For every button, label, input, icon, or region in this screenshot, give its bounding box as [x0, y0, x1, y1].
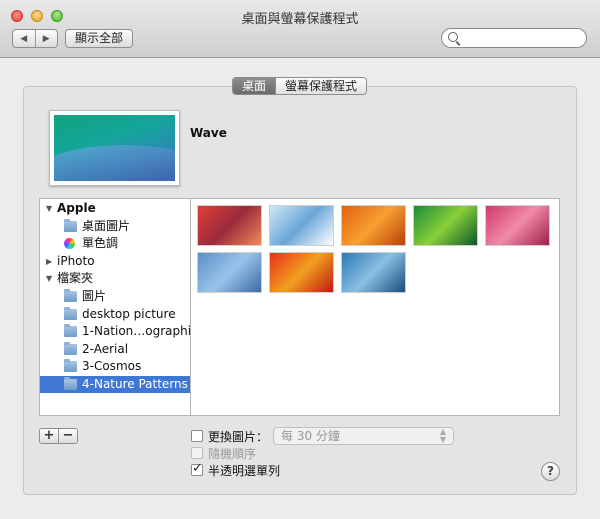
interval-popup[interactable]: 每 30 分鐘 ▲ ▼ [273, 427, 454, 445]
color-wheel-icon [64, 238, 75, 250]
show-all-button[interactable]: 顯示全部 [65, 29, 133, 48]
thumbnail-red-autumn-forest[interactable] [197, 205, 262, 246]
source-item[interactable]: desktop picture [40, 306, 190, 323]
popup-arrows-icon: ▲ ▼ [439, 427, 446, 444]
source-item-label: 檔案夾 [57, 271, 94, 286]
window-title: 桌面與螢幕保護程式 [241, 12, 359, 27]
random-order-label: 隨機順序 [208, 447, 257, 461]
search-input[interactable] [462, 30, 584, 48]
pictures-folder-icon [64, 289, 77, 302]
source-item-label: 4-Nature Patterns [82, 377, 188, 391]
tab-desktop[interactable]: 桌面 [233, 78, 276, 94]
source-item[interactable]: 3-Cosmos [40, 358, 190, 375]
source-list[interactable]: ▼ Apple 桌面圖片單色調 ▶ iPhoto ▼ 檔案夾圖片 desktop pictur… [39, 198, 198, 416]
translucent-menu-checkbox[interactable]: ✓ [191, 461, 203, 476]
folder-icon [64, 377, 77, 390]
search-field[interactable] [441, 28, 587, 48]
source-item[interactable]: ▼ 檔案夾 [40, 270, 190, 287]
source-item-label: Apple [57, 201, 96, 215]
tab-screen-saver[interactable]: 螢幕保護程式 [275, 78, 367, 94]
tab-bar: 桌面 螢幕保護程式 [232, 77, 368, 95]
search-icon [448, 32, 458, 42]
source-item-label: 1-Nation…ographic [82, 324, 198, 339]
source-item[interactable]: 單色調 [40, 235, 190, 252]
source-item[interactable]: 2-Aerial [40, 341, 190, 358]
back-button[interactable]: ◀ [13, 30, 35, 47]
thumbnail-red-leaf-veins[interactable] [269, 252, 334, 293]
help-button[interactable]: ? [541, 462, 560, 481]
checkmark-icon: ✓ [192, 461, 203, 476]
thumbnail-green-leaf[interactable] [413, 205, 478, 246]
folder-icon [64, 341, 77, 355]
source-item-label: 3-Cosmos [82, 359, 142, 374]
wallpaper-image [54, 115, 175, 181]
current-wallpaper-preview [49, 110, 180, 186]
source-item[interactable]: ▶ iPhoto [40, 253, 190, 270]
picture-grid[interactable] [191, 198, 560, 416]
source-item[interactable]: ▼ Apple [40, 200, 190, 217]
change-picture-checkbox[interactable] [191, 430, 203, 442]
disclosure-open-icon[interactable]: ▼ [46, 270, 52, 287]
random-order-checkbox[interactable] [191, 447, 203, 459]
source-item-label: iPhoto [57, 253, 95, 268]
source-item[interactable]: 桌面圖片 [40, 218, 190, 235]
toolbar: 桌面與螢幕保護程式 ◀ ▶ 顯示全部 [0, 0, 600, 58]
source-item-label: 圖片 [82, 289, 107, 303]
source-item-label: 單色調 [82, 236, 119, 251]
disclosure-closed-icon[interactable]: ▶ [46, 253, 52, 270]
thumbnail-pink-petals[interactable] [485, 205, 550, 246]
change-picture-label: 更換圖片： [208, 430, 269, 444]
source-item-label: 桌面圖片 [82, 218, 131, 233]
forward-button[interactable]: ▶ [34, 30, 58, 47]
interval-value: 每 30 分鐘 [281, 429, 340, 443]
translucent-menu-label: 半透明選單列 [208, 464, 281, 478]
folder-icon [64, 218, 77, 232]
source-item-label: desktop picture [82, 306, 176, 321]
thumbnail-orange-bamboo[interactable] [341, 205, 406, 246]
source-item-label: 2-Aerial [82, 341, 129, 356]
thumbnail-blue-frost[interactable] [197, 252, 262, 293]
source-item[interactable]: 1-Nation…ographic [40, 323, 198, 340]
thumbnail-blue-ice-ripples[interactable] [269, 205, 334, 246]
source-item[interactable]: 圖片 [40, 288, 190, 305]
disclosure-open-icon[interactable]: ▼ [46, 200, 52, 217]
wallpaper-name: Wave [190, 126, 227, 140]
thumbnail-blue-birch-forest[interactable] [341, 252, 406, 293]
add-remove-control: + − [39, 428, 78, 444]
preferences-window: 桌面與螢幕保護程式 ◀ ▶ 顯示全部 桌面 螢幕保護程式 Wave ▼ Apple… [0, 0, 600, 519]
add-folder-button[interactable]: + [40, 429, 58, 443]
folder-icon [64, 306, 77, 320]
folder-icon [64, 359, 77, 373]
source-item[interactable]: 4-Nature Patterns [40, 376, 190, 393]
back-forward-control: ◀ ▶ [12, 29, 58, 48]
remove-folder-button[interactable]: − [58, 429, 77, 443]
folder-icon [64, 324, 77, 338]
